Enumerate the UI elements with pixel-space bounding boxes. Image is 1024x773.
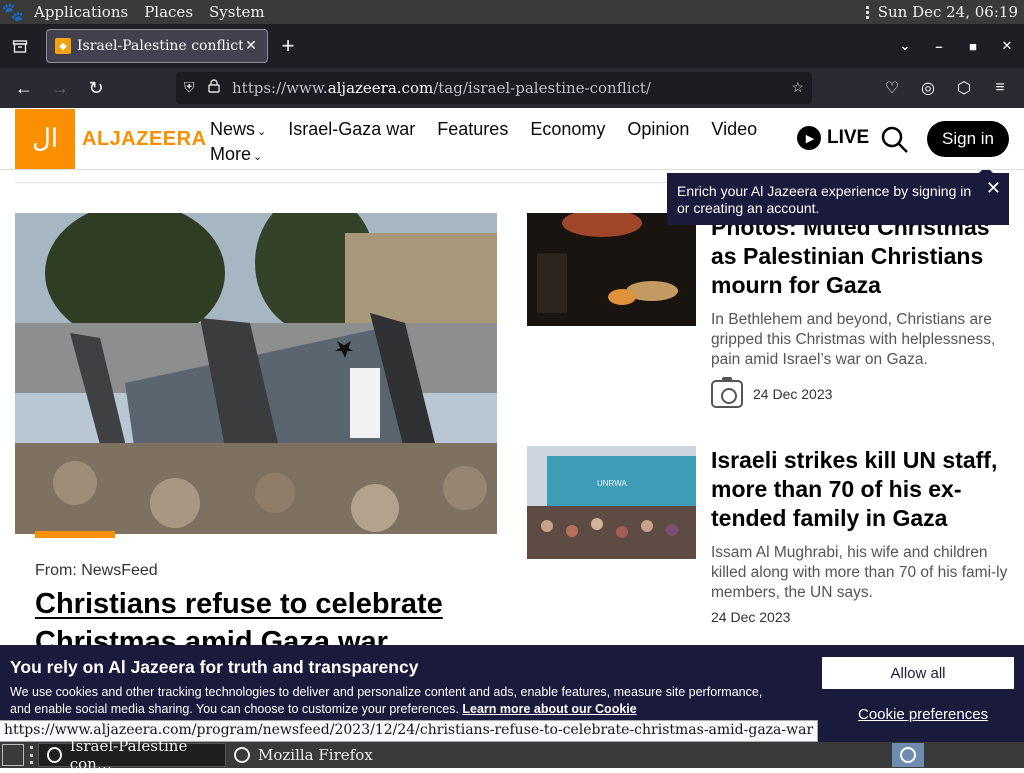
url-bar[interactable]: ⛨ https://www.aljazeera.com/tag/israel-p… bbox=[176, 72, 812, 104]
taskbar-item-firefox-tab[interactable]: Israel-Palestine con… bbox=[38, 737, 226, 773]
article-thumbnail[interactable]: UNRWA bbox=[527, 446, 696, 559]
top-panel: 🐾 Applications Places System Sun Dec 24,… bbox=[0, 0, 1024, 24]
firefox-icon bbox=[234, 747, 250, 763]
panel-handle-icon bbox=[28, 746, 34, 764]
forward-icon[interactable]: → bbox=[42, 72, 78, 104]
hero-headline[interactable]: Christians refuse to celebrate Christmas… bbox=[35, 585, 495, 645]
hamburger-menu-icon[interactable]: ≡ bbox=[982, 72, 1018, 104]
allow-all-button[interactable]: Allow all bbox=[822, 657, 1014, 689]
article-summary: Issam Al Mughrabi, his wife and children… bbox=[711, 544, 1008, 601]
tab-strip: ◆ Israel-Palestine conflict ✕ + ⌄ – ■ ✕ bbox=[0, 24, 1024, 68]
signin-tooltip: Enrich your Al Jazeera experience by sig… bbox=[667, 170, 1009, 225]
aljazeera-logo-icon[interactable]: ال bbox=[15, 109, 75, 169]
close-tab-icon[interactable]: ✕ bbox=[243, 38, 259, 54]
article-headline[interactable]: Photos: Muted Christmas as Palestinian C… bbox=[711, 213, 1011, 300]
aljazeera-favicon-icon: ◆ bbox=[55, 38, 71, 54]
bookmark-star-icon[interactable]: ☆ bbox=[780, 80, 804, 96]
tooltip-text: Enrich your Al Jazeera experience by sig… bbox=[677, 183, 972, 216]
tooltip-arrow bbox=[979, 170, 993, 173]
shield-icon[interactable]: ⛨ bbox=[184, 80, 208, 96]
live-label: LIVE bbox=[827, 127, 870, 148]
tab-title: Israel-Palestine conflict bbox=[77, 38, 243, 54]
cookie-learn-more-link[interactable]: Learn more about our Cookie bbox=[462, 702, 636, 716]
chevron-down-icon: ⌄ bbox=[253, 151, 263, 163]
play-icon: ▶ bbox=[797, 126, 821, 150]
panel-handle-icon bbox=[864, 5, 872, 19]
nav-features[interactable]: Features bbox=[437, 119, 508, 140]
nav-israel-gaza-war[interactable]: Israel-Gaza war bbox=[288, 119, 415, 140]
show-desktop-icon[interactable] bbox=[2, 744, 24, 766]
nav-video[interactable]: Video bbox=[711, 119, 757, 140]
article-headline[interactable]: Israeli strikes kill UN staff, more than… bbox=[711, 446, 1011, 533]
cookie-body: We use cookies and other tracking techno… bbox=[10, 685, 763, 716]
cookie-title: You rely on Al Jazeera for truth and tra… bbox=[10, 657, 419, 677]
hero-accent-bar bbox=[35, 531, 115, 538]
pocket-icon[interactable]: ♡ bbox=[874, 72, 910, 104]
firefox-icon bbox=[47, 747, 62, 763]
nav-more[interactable]: More ⌄ bbox=[210, 144, 262, 165]
nav-toolbar: ← → ↻ ⛨ https://www.aljazeera.com/tag/is… bbox=[0, 68, 1024, 108]
close-icon[interactable]: ✕ bbox=[986, 179, 1001, 197]
clock[interactable]: Sun Dec 24, 06:19 bbox=[878, 3, 1018, 21]
back-icon[interactable]: ← bbox=[6, 72, 42, 104]
article-card: Photos: Muted Christmas as Palestinian C… bbox=[527, 213, 1011, 443]
gnome-foot-icon[interactable]: 🐾 bbox=[0, 0, 26, 24]
places-menu[interactable]: Places bbox=[136, 0, 201, 24]
cookie-preferences-link[interactable]: Cookie preferences bbox=[858, 706, 988, 723]
tab-list-icon[interactable] bbox=[0, 38, 40, 54]
article-date: 24 Dec 2023 bbox=[711, 377, 832, 408]
article-summary: In Bethlehem and beyond, Christians are … bbox=[711, 311, 996, 368]
logo-text[interactable]: ALJAZEERA bbox=[82, 128, 207, 151]
article-card: UNRWA Israeli strikes kill UN staff, mor… bbox=[527, 446, 1011, 626]
article-date: 24 Dec 2023 bbox=[711, 609, 791, 625]
nav-news[interactable]: News ⌄ bbox=[210, 119, 266, 140]
close-window-icon[interactable]: ✕ bbox=[990, 38, 1024, 54]
chevron-down-icon: ⌄ bbox=[257, 126, 267, 138]
minimize-icon[interactable]: – bbox=[922, 39, 956, 54]
chevron-down-icon[interactable]: ⌄ bbox=[888, 38, 922, 54]
live-button[interactable]: ▶ LIVE bbox=[797, 126, 869, 150]
nav-opinion[interactable]: Opinion bbox=[627, 119, 689, 140]
account-icon[interactable]: ◎ bbox=[910, 72, 946, 104]
new-tab-icon[interactable]: + bbox=[268, 33, 308, 59]
bottom-panel: Israel-Palestine con… Mozilla Firefox bbox=[0, 737, 1024, 773]
main-nav: News ⌄ Israel-Gaza war Features Economy O… bbox=[210, 117, 757, 167]
tab-active[interactable]: ◆ Israel-Palestine conflict ✕ bbox=[46, 29, 268, 63]
search-icon[interactable] bbox=[880, 125, 910, 155]
svg-text:UNRWA: UNRWA bbox=[597, 479, 627, 488]
taskbar-item-firefox[interactable]: Mozilla Firefox bbox=[226, 743, 381, 767]
extensions-icon[interactable]: ⬡ bbox=[946, 72, 982, 104]
main-content: From: NewsFeed Christians refuse to cele… bbox=[0, 170, 1024, 645]
url-text[interactable]: https://www.aljazeera.com/tag/israel-pal… bbox=[232, 79, 780, 97]
system-menu[interactable]: System bbox=[201, 0, 273, 24]
article-thumbnail[interactable] bbox=[527, 213, 696, 326]
nav-economy[interactable]: Economy bbox=[530, 119, 605, 140]
maximize-icon[interactable]: ■ bbox=[956, 39, 990, 54]
workspace-switcher-icon[interactable] bbox=[892, 743, 924, 767]
hero-source[interactable]: From: NewsFeed bbox=[35, 562, 158, 580]
reload-icon[interactable]: ↻ bbox=[78, 72, 114, 104]
applications-menu[interactable]: Applications bbox=[26, 0, 136, 24]
hero-image[interactable] bbox=[15, 213, 497, 534]
camera-icon bbox=[711, 377, 743, 408]
site-header: ال ALJAZEERA News ⌄ Israel-Gaza war Featu… bbox=[0, 108, 1024, 170]
sign-in-button[interactable]: Sign in bbox=[927, 121, 1009, 157]
lock-icon[interactable] bbox=[208, 79, 232, 97]
